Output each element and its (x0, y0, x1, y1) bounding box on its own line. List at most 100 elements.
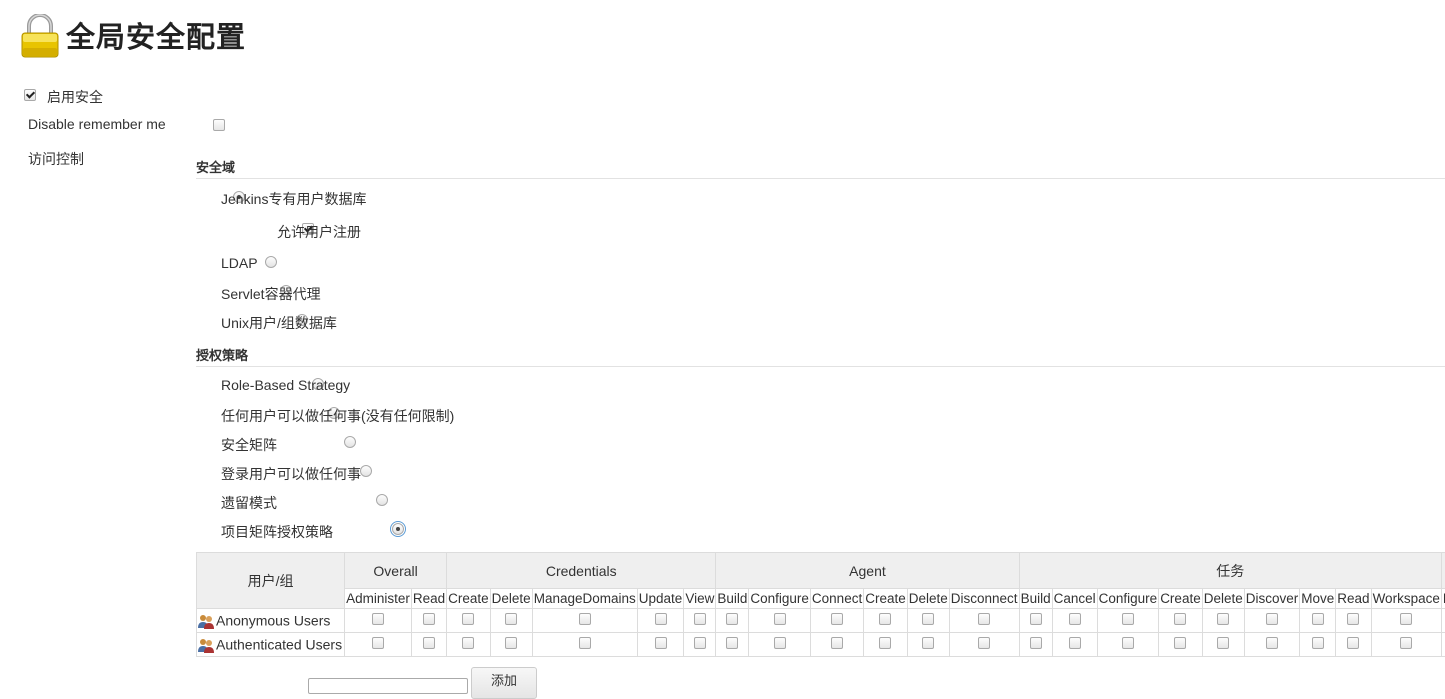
permission-cell (532, 633, 637, 657)
user-group-icon (198, 637, 214, 653)
permission-matrix-table: 用户/组 Overall Credentials Agent 任务 Admini… (196, 552, 1445, 657)
permission-cell (345, 609, 412, 633)
permission-cell (864, 609, 908, 633)
enable-security-checkbox[interactable] (24, 89, 36, 101)
permission-cell (1202, 609, 1244, 633)
permission-cell (532, 609, 637, 633)
permission-checkbox[interactable] (831, 637, 843, 649)
permission-checkbox[interactable] (1347, 613, 1359, 625)
permission-checkbox[interactable] (879, 613, 891, 625)
permission-cell (1441, 609, 1445, 633)
permission-cell (1441, 633, 1445, 657)
perm-header: Delete (1202, 589, 1244, 609)
section-divider (196, 178, 1445, 179)
permission-checkbox[interactable] (1400, 613, 1412, 625)
permission-checkbox[interactable] (922, 637, 934, 649)
permission-cell (949, 609, 1019, 633)
permission-checkbox[interactable] (978, 637, 990, 649)
access-control-label: 访问控制 (28, 149, 84, 169)
permission-cell (637, 633, 684, 657)
permission-checkbox[interactable] (372, 637, 384, 649)
permission-checkbox[interactable] (655, 637, 667, 649)
permission-checkbox[interactable] (922, 613, 934, 625)
auth-radio-legacy[interactable] (376, 494, 388, 506)
perm-header: Cancel (1052, 589, 1097, 609)
permission-checkbox[interactable] (726, 613, 738, 625)
permission-checkbox[interactable] (1122, 613, 1134, 625)
permission-checkbox[interactable] (462, 637, 474, 649)
permission-cell (447, 609, 491, 633)
permission-cell (907, 633, 949, 657)
permission-checkbox[interactable] (726, 637, 738, 649)
permission-checkbox[interactable] (1217, 637, 1229, 649)
matrix-group-header: Agent (716, 553, 1019, 589)
permission-checkbox[interactable] (831, 613, 843, 625)
perm-header: Read (411, 589, 446, 609)
permission-checkbox[interactable] (879, 637, 891, 649)
permission-checkbox[interactable] (505, 637, 517, 649)
permission-checkbox[interactable] (1174, 613, 1186, 625)
auth-radio-global-matrix[interactable] (344, 436, 356, 448)
perm-header: Build (716, 589, 749, 609)
perm-header: Workspace (1371, 589, 1441, 609)
auth-radio-logged-in[interactable] (360, 465, 372, 477)
add-user-input[interactable] (308, 678, 468, 694)
permission-cell (345, 633, 412, 657)
permission-checkbox[interactable] (462, 613, 474, 625)
permission-checkbox[interactable] (1217, 613, 1229, 625)
permission-checkbox[interactable] (1312, 637, 1324, 649)
permission-checkbox[interactable] (655, 613, 667, 625)
permission-cell (684, 633, 716, 657)
allow-signup-label: 允许用户注册 (277, 222, 361, 242)
permission-checkbox[interactable] (1347, 637, 1359, 649)
permission-checkbox[interactable] (694, 637, 706, 649)
permission-checkbox[interactable] (505, 613, 517, 625)
permission-checkbox[interactable] (1030, 613, 1042, 625)
permission-checkbox[interactable] (372, 613, 384, 625)
permission-checkbox[interactable] (1030, 637, 1042, 649)
permission-checkbox[interactable] (1122, 637, 1134, 649)
permission-checkbox[interactable] (423, 613, 435, 625)
auth-label-project-matrix: 项目矩阵授权策略 (221, 522, 333, 542)
permission-checkbox[interactable] (774, 613, 786, 625)
security-realm-heading: 安全域 (196, 157, 235, 176)
perm-header: Delete (490, 589, 532, 609)
permission-cell (490, 609, 532, 633)
permission-checkbox[interactable] (1266, 613, 1278, 625)
permission-cell (864, 633, 908, 657)
permission-checkbox[interactable] (579, 637, 591, 649)
permission-cell (749, 633, 811, 657)
perm-header: Create (864, 589, 908, 609)
perm-header: Delete (907, 589, 949, 609)
realm-radio-ldap[interactable] (265, 256, 277, 268)
permission-cell (907, 609, 949, 633)
disable-remember-me-checkbox[interactable] (213, 119, 225, 131)
permission-checkbox[interactable] (423, 637, 435, 649)
permission-cell (810, 609, 863, 633)
permission-checkbox[interactable] (694, 613, 706, 625)
permission-cell (411, 633, 446, 657)
user-group-icon (198, 613, 214, 629)
permission-checkbox[interactable] (978, 613, 990, 625)
permission-checkbox[interactable] (1312, 613, 1324, 625)
permission-cell (1336, 633, 1371, 657)
perm-header: Build (1019, 589, 1052, 609)
perm-header: View (684, 589, 716, 609)
permission-checkbox[interactable] (1400, 637, 1412, 649)
permission-checkbox[interactable] (1174, 637, 1186, 649)
permission-checkbox[interactable] (1069, 613, 1081, 625)
permission-checkbox[interactable] (774, 637, 786, 649)
auth-radio-project-matrix[interactable] (392, 523, 404, 535)
permission-cell (949, 633, 1019, 657)
permission-checkbox[interactable] (1069, 637, 1081, 649)
realm-label-unix: Unix用户/组数据库 (221, 313, 337, 333)
add-user-button[interactable]: 添加 (471, 667, 537, 699)
permission-checkbox[interactable] (1266, 637, 1278, 649)
matrix-user-cell: Anonymous Users (197, 609, 345, 633)
matrix-user-name: Authenticated Users (216, 637, 342, 653)
permission-cell (1244, 609, 1300, 633)
realm-label-ldap: LDAP (221, 255, 258, 271)
permission-cell (1019, 609, 1052, 633)
permission-cell (1202, 633, 1244, 657)
permission-checkbox[interactable] (579, 613, 591, 625)
